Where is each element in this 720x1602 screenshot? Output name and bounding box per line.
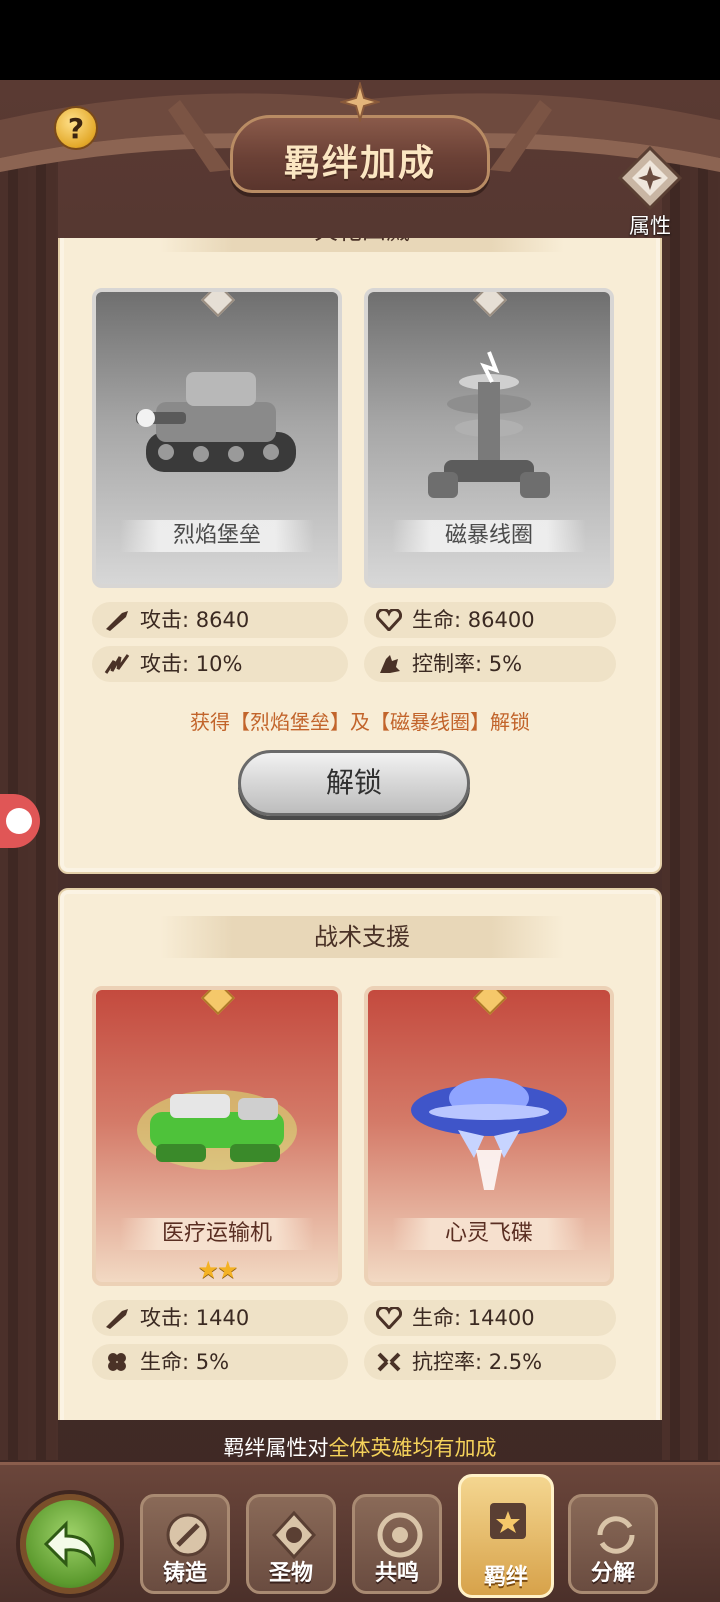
decompose-icon (597, 1516, 635, 1554)
nav-decompose[interactable]: 分解 (568, 1494, 658, 1594)
bond-card[interactable]: 磁暴线圈 (364, 288, 614, 588)
nav-relic[interactable]: 圣物 (246, 1494, 336, 1594)
nav-resonance[interactable]: 共鸣 (352, 1494, 442, 1594)
unlock-hint: 获得【烈焰堡垒】及【磁暴线圈】解锁 (190, 710, 530, 734)
stat-row: 攻击: 10% (92, 646, 348, 682)
shield-break-icon (377, 1352, 401, 1372)
card-gem-icon (473, 292, 507, 317)
stat-row: 攻击: 1440 (92, 1300, 348, 1336)
bond-card[interactable]: 心灵飞碟 (364, 986, 614, 1286)
relic-icon (271, 1510, 317, 1560)
bond-title: 战术支援 (160, 916, 564, 958)
bond-list[interactable]: 火花四溅 烈焰堡垒 (58, 238, 662, 1420)
title-plate: 羁绊加成 (230, 115, 490, 193)
card-name: 磁暴线圈 (392, 520, 586, 552)
star-rating: ★★ (197, 1256, 238, 1284)
tesla-coil-icon (428, 351, 550, 498)
bond-title: 火花四溅 (160, 238, 564, 252)
card-gem-icon (201, 990, 235, 1015)
forge-icon (166, 1513, 210, 1557)
title-star-gem-icon (340, 82, 380, 122)
stat-row: 控制率: 5% (364, 646, 616, 682)
back-button[interactable] (20, 1494, 120, 1594)
stat-row: 生命: 5% (92, 1344, 348, 1380)
bond-card[interactable]: 医疗运输机 ★★ (92, 986, 342, 1286)
footer-highlight: 全体英雄均有加成 (328, 1436, 497, 1460)
page-title: 羁绊加成 (283, 143, 436, 184)
nav-bond[interactable]: 羁绊 (458, 1474, 554, 1598)
card-name: 烈焰堡垒 (120, 520, 314, 552)
bond-panel: 火花四溅 烈焰堡垒 (58, 238, 662, 874)
tank-icon (136, 372, 296, 472)
heart-icon (376, 609, 402, 631)
attribute-icon[interactable] (618, 146, 682, 210)
claw-icon (104, 654, 130, 674)
bond-panel: 战术支援 医疗运输机 ★★ 心灵飞碟 攻击: 1440 生命: 14400 生命… (58, 888, 662, 1420)
back-arrow-icon (43, 1520, 96, 1568)
help-icon: ? (67, 112, 85, 145)
card-name: 心灵飞碟 (392, 1218, 586, 1250)
sword-icon (106, 1309, 128, 1329)
card-gem-icon (473, 990, 507, 1015)
resonance-icon (377, 1512, 423, 1558)
sword-icon (106, 611, 128, 631)
stat-row: 生命: 14400 (364, 1300, 616, 1336)
nav-forge[interactable]: 铸造 (140, 1494, 230, 1594)
medical-transport-icon (137, 1090, 297, 1170)
footer-note: 羁绊属性对全体英雄均有加成 (223, 1436, 497, 1460)
right-wood-rail (662, 160, 720, 1460)
status-bar (0, 0, 720, 80)
ufo-icon (411, 1078, 567, 1190)
stat-row: 攻击: 8640 (92, 602, 348, 638)
hand-icon (380, 655, 400, 673)
stat-row: 抗控率: 2.5% (364, 1344, 616, 1380)
bond-icon (490, 1503, 526, 1539)
card-name: 医疗运输机 (120, 1218, 314, 1250)
stat-row: 生命: 86400 (364, 602, 616, 638)
gamepad-icon (6, 808, 32, 834)
help-button[interactable]: ? (54, 106, 98, 150)
unlock-button[interactable]: 解锁 (238, 750, 470, 816)
attribute-label[interactable]: 属性 (612, 210, 688, 240)
heart-icon (376, 1307, 402, 1329)
card-gem-icon (201, 292, 235, 317)
bond-card[interactable]: 烈焰堡垒 (92, 288, 342, 588)
flower-icon (108, 1353, 126, 1371)
